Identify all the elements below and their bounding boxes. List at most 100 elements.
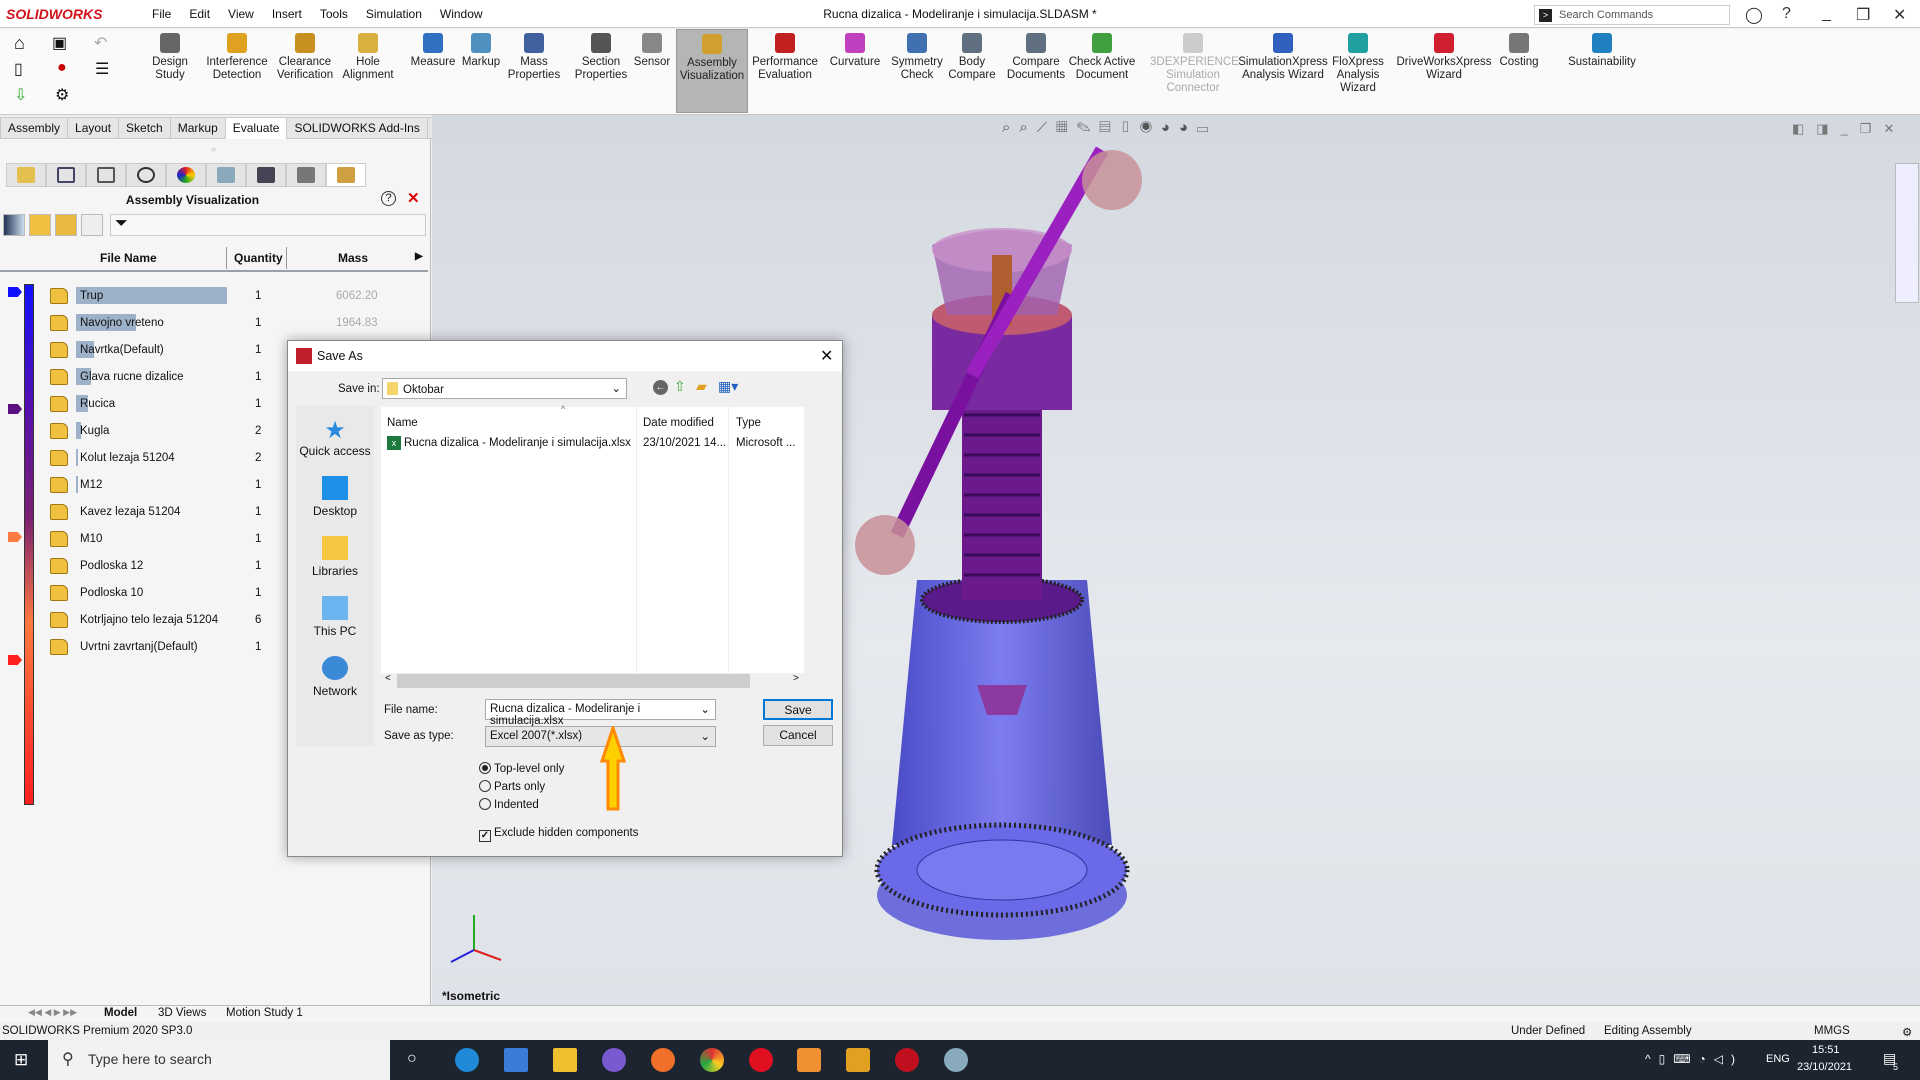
menu-view[interactable]: View [219, 7, 263, 21]
tab-display-manager[interactable] [166, 163, 206, 187]
nested-view-button[interactable] [55, 214, 77, 236]
tab-evaluate[interactable]: Evaluate [224, 117, 288, 139]
ribbon-clearance-verification[interactable]: Clearance Verification [272, 33, 338, 82]
tab-motion-study[interactable]: Motion Study 1 [226, 1007, 303, 1019]
tab-cam-tool[interactable] [286, 163, 326, 187]
group-configurations-button[interactable] [81, 214, 103, 236]
place-quick-access[interactable]: ★ Quick access [296, 416, 374, 458]
tab-assembly[interactable]: Assembly [0, 117, 69, 139]
tab-model[interactable]: Model [104, 1007, 137, 1019]
solidworks-taskbar-icon[interactable] [895, 1048, 919, 1072]
exclude-hidden-checkbox[interactable]: ✓ Exclude hidden components [479, 827, 639, 842]
slider-flag-top[interactable] [8, 287, 22, 297]
save-icon[interactable]: ▣ [52, 33, 67, 53]
view-menu-icon[interactable]: ▦▾ [718, 378, 738, 395]
file-name-input[interactable]: Rucna dizalica - Modeliranje i simulacij… [485, 699, 716, 727]
search-commands-input[interactable]: > Search Commands [1534, 5, 1730, 25]
ribbon-measure[interactable]: Measure [406, 33, 460, 69]
flat-view-button[interactable] [29, 214, 51, 236]
ribbon-hole-alignment[interactable]: Hole Alignment [338, 33, 398, 82]
panel-splitter-handle[interactable]: ○ [211, 145, 216, 154]
media-player-icon[interactable] [797, 1048, 821, 1072]
scroll-right-icon[interactable]: > [793, 673, 799, 684]
tab-property-manager[interactable] [46, 163, 86, 187]
file-explorer-icon[interactable] [553, 1048, 577, 1072]
firefox-icon[interactable] [651, 1048, 675, 1072]
menu-insert[interactable]: Insert [263, 7, 311, 21]
file-properties-icon[interactable]: ☰ [95, 59, 109, 79]
home-icon[interactable]: ⌂ [14, 33, 25, 54]
close-button[interactable]: ✕ [1893, 5, 1906, 25]
windows-start-icon[interactable]: ⊞ [14, 1050, 28, 1070]
ribbon-check-active-document[interactable]: Check Active Document [1066, 33, 1138, 82]
sublime-icon[interactable] [846, 1048, 870, 1072]
task-pane-tabs[interactable] [1895, 163, 1919, 303]
radio-indented[interactable]: Indented [479, 798, 539, 811]
slider-flag[interactable] [8, 404, 22, 414]
clock-time[interactable]: 15:51 [1812, 1044, 1840, 1056]
slider-flag-bottom[interactable] [8, 655, 22, 665]
close-icon[interactable]: ✕ [407, 189, 420, 207]
3d-model-jack[interactable] [812, 115, 1232, 995]
tab-solidworks-add-ins[interactable]: SOLIDWORKS Add-Ins [286, 117, 428, 139]
opera-icon[interactable] [749, 1048, 773, 1072]
options-gear-icon[interactable]: ⚙ [55, 85, 69, 105]
ribbon-simulationxpress-analysis-wizard[interactable]: SimulationXpress Analysis Wizard [1236, 33, 1330, 82]
system-tray-icons[interactable]: ^▯⌨◔◁) [1645, 1052, 1743, 1066]
ribbon-3dexperience-simulation-connector[interactable]: 3DEXPERIENCE Simulation Connector [1150, 33, 1239, 95]
tab-assembly-visualization[interactable] [326, 163, 366, 187]
ribbon-performance-evaluation[interactable]: Performance Evaluation [750, 33, 820, 82]
cancel-button[interactable]: Cancel [763, 725, 833, 746]
ribbon-curvature[interactable]: Curvature [828, 33, 882, 69]
chrome-icon[interactable] [700, 1048, 724, 1072]
restore-button[interactable]: ❐ [1856, 5, 1870, 25]
column-type[interactable]: Type [736, 417, 761, 429]
up-folder-icon[interactable]: ⇧ [674, 378, 686, 395]
new-document-icon[interactable]: ▯ [14, 59, 23, 79]
menu-file[interactable]: File [143, 7, 180, 21]
ribbon-interference-detection[interactable]: Interference Detection [203, 33, 271, 82]
component-row[interactable]: Navojno vreteno 1 1964.83 [50, 311, 430, 338]
dialog-close-icon[interactable]: ✕ [820, 346, 833, 366]
ribbon-symmetry-check[interactable]: Symmetry Check [890, 33, 944, 82]
unit-system[interactable]: MMGS [1814, 1025, 1850, 1037]
scrollbar-thumb[interactable] [397, 674, 750, 688]
ribbon-floxpress-analysis-wizard[interactable]: FloXpress Analysis Wizard [1328, 33, 1388, 95]
ribbon-design-study[interactable]: Design Study [150, 33, 190, 82]
file-row[interactable]: x Rucna dizalica - Modeliranje i simulac… [385, 435, 803, 453]
tab-cam-operation[interactable] [246, 163, 286, 187]
column-quantity[interactable]: Quantity [234, 251, 283, 265]
place-libraries[interactable]: Libraries [296, 536, 374, 578]
filter-field[interactable]: ⏷ [110, 214, 426, 236]
clock-date[interactable]: 23/10/2021 [1797, 1061, 1852, 1073]
ribbon-sensor[interactable]: Sensor [630, 33, 674, 69]
tab-layout[interactable]: Layout [67, 117, 120, 139]
viber-icon[interactable] [602, 1048, 626, 1072]
paint-icon[interactable] [944, 1048, 968, 1072]
scroll-left-icon[interactable]: < [385, 673, 391, 684]
new-folder-icon[interactable]: ▰ [696, 378, 707, 395]
language-indicator[interactable]: ENG [1766, 1053, 1790, 1065]
menu-simulation[interactable]: Simulation [357, 7, 431, 21]
column-more-arrow-icon[interactable]: ▶ [415, 251, 423, 262]
tab-feature-manager[interactable] [6, 163, 46, 187]
account-icon[interactable]: ◯ [1745, 5, 1763, 25]
help-icon[interactable]: ? [381, 191, 396, 206]
radio-top-level-only[interactable]: Top-level only [479, 762, 564, 775]
customize-icon[interactable]: ⚙ [1902, 1025, 1912, 1039]
open-icon[interactable]: ⇩ [14, 85, 27, 105]
column-date-modified[interactable]: Date modified [643, 417, 714, 429]
column-name[interactable]: Name [387, 417, 418, 429]
menu-window[interactable]: Window [431, 7, 492, 21]
place-this-pc[interactable]: This PC [296, 596, 374, 638]
ribbon-mass-properties[interactable]: Mass Properties [506, 33, 562, 82]
cortana-icon[interactable]: ○ [407, 1050, 417, 1068]
radio-parts-only[interactable]: Parts only [479, 780, 545, 793]
ribbon-assembly-visualization[interactable]: Assembly Visualization [676, 29, 748, 113]
tab-sketch[interactable]: Sketch [118, 117, 171, 139]
edge-icon[interactable] [455, 1048, 479, 1072]
tab-configuration-manager[interactable] [86, 163, 126, 187]
menu-edit[interactable]: Edit [180, 7, 219, 21]
tab-dimxpert-manager[interactable] [126, 163, 166, 187]
tab-markup[interactable]: Markup [169, 117, 226, 139]
